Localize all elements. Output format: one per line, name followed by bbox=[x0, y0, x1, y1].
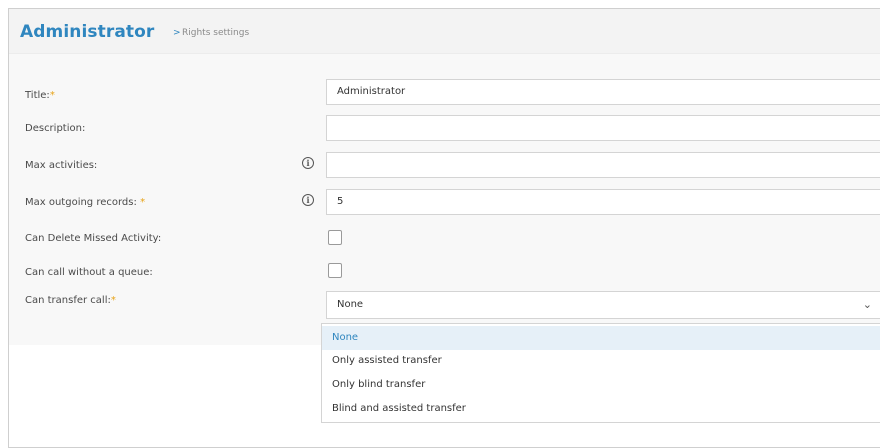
page-header: Administrator > Rights settings bbox=[9, 9, 880, 57]
dropdown-option-blind-and-assisted[interactable]: Blind and assisted transfer bbox=[322, 397, 880, 421]
chevron-down-icon[interactable]: ⌄ bbox=[863, 292, 872, 318]
can-call-without-queue-label: Can call without a queue: bbox=[25, 267, 153, 278]
can-call-without-queue-checkbox[interactable] bbox=[328, 263, 342, 278]
info-icon[interactable]: i bbox=[302, 194, 314, 206]
max-outgoing-records-input[interactable]: 5 bbox=[326, 189, 880, 215]
can-transfer-call-label: Can transfer call:* bbox=[25, 295, 116, 306]
transfer-options-list: None Only assisted transfer Only blind t… bbox=[321, 323, 880, 423]
dropdown-option-only-assisted[interactable]: Only assisted transfer bbox=[322, 349, 880, 373]
dropdown-option-only-blind[interactable]: Only blind transfer bbox=[322, 373, 880, 397]
can-delete-missed-label: Can Delete Missed Activity: bbox=[25, 233, 162, 244]
can-delete-missed-checkbox[interactable] bbox=[328, 230, 342, 245]
title-input[interactable]: Administrator bbox=[326, 79, 880, 105]
max-outgoing-records-label: Max outgoing records: * bbox=[25, 197, 146, 208]
breadcrumb-current: Rights settings bbox=[182, 28, 250, 38]
required-mark: * bbox=[49, 90, 55, 101]
select-value: None bbox=[337, 299, 364, 310]
dropdown-option-none[interactable]: None bbox=[322, 326, 880, 350]
max-activities-label: Max activities: bbox=[25, 160, 98, 171]
breadcrumb-separator: > bbox=[173, 28, 181, 38]
description-input[interactable] bbox=[326, 115, 880, 141]
required-mark: * bbox=[110, 295, 116, 306]
max-activities-input[interactable] bbox=[326, 152, 880, 178]
required-mark: * bbox=[140, 197, 146, 208]
page-title: Administrator bbox=[20, 22, 155, 42]
can-transfer-call-select[interactable]: None ⌄ bbox=[326, 291, 880, 319]
info-icon[interactable]: i bbox=[302, 157, 314, 169]
title-label: Title:* bbox=[25, 90, 55, 101]
description-label: Description: bbox=[25, 123, 86, 134]
